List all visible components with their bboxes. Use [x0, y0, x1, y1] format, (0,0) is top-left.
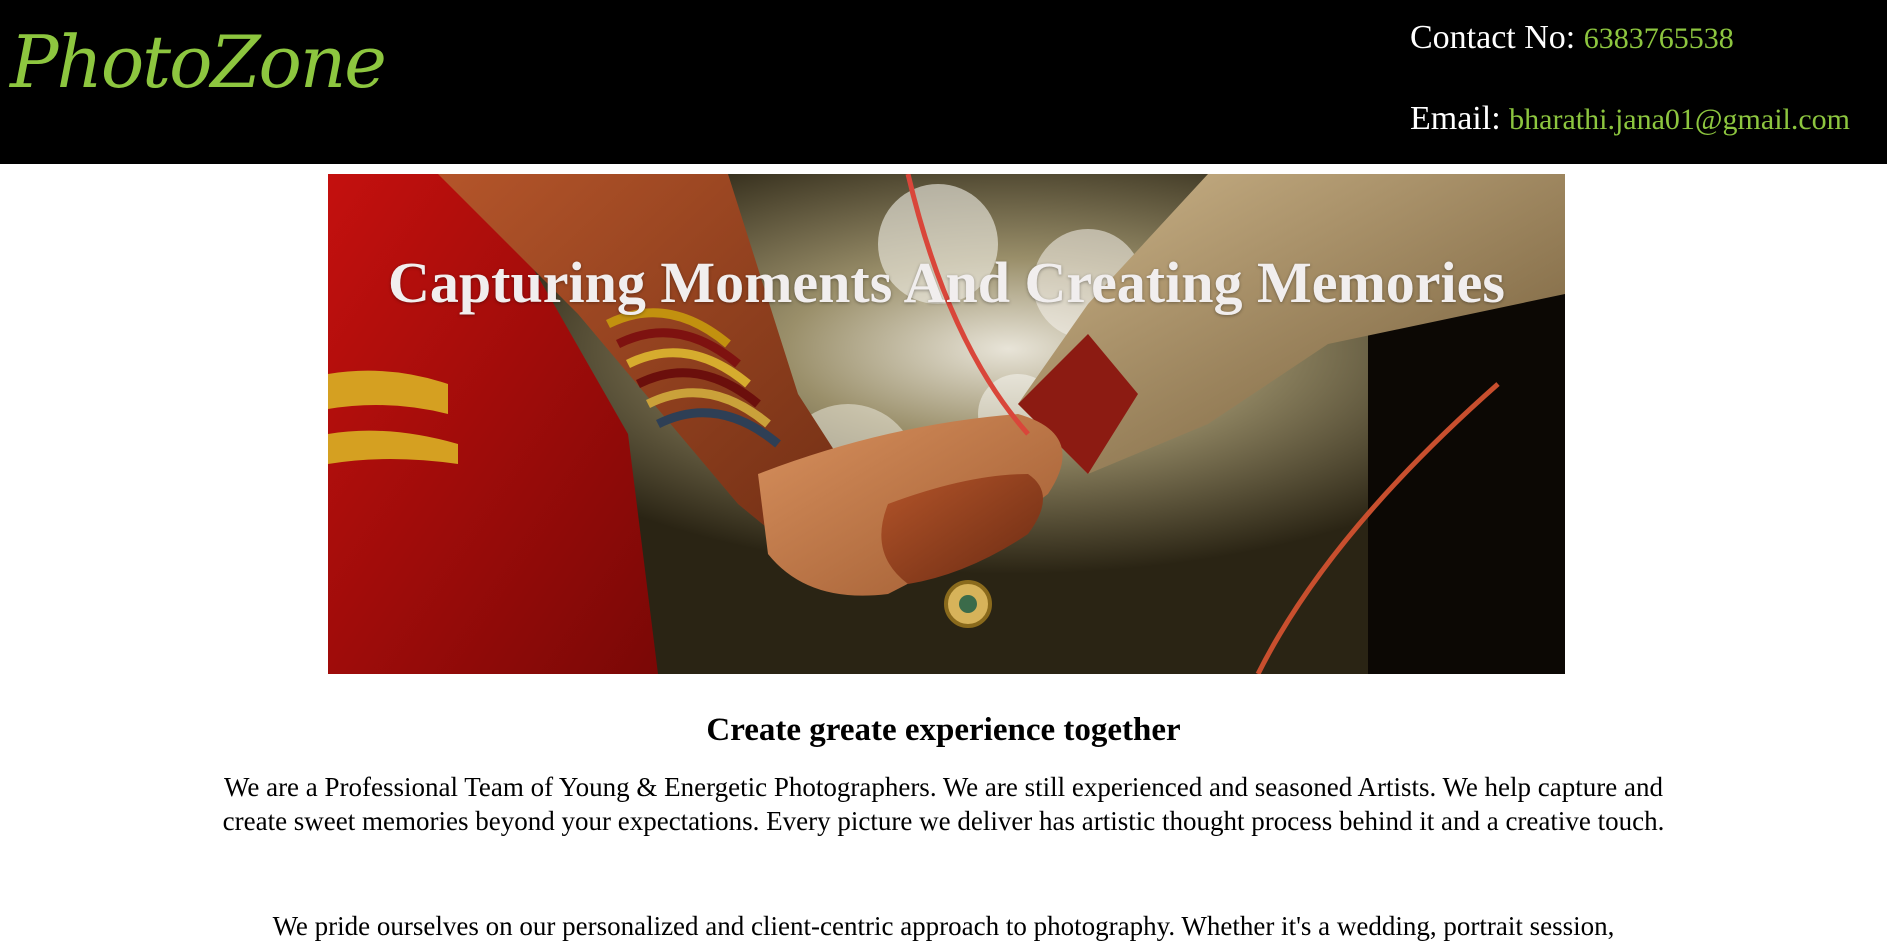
phone-label: Contact No: — [1410, 19, 1576, 56]
hero-title: Capturing Moments And Creating Memories — [388, 250, 1505, 315]
contact-email: Email: bharathi.jana01@gmail.com — [1410, 102, 1850, 136]
about-heading: Create greate experience together — [706, 712, 1181, 748]
about-paragraph-1: We are a Professional Team of Young & En… — [222, 772, 1665, 836]
hero-image — [328, 174, 1565, 674]
site-logo[interactable]: PhotoZone — [10, 26, 387, 98]
email-label: Email: — [1410, 100, 1501, 137]
about-paragraph-2: We pride ourselves on our personalized a… — [272, 911, 1615, 941]
email-value[interactable]: bharathi.jana01@gmail.com — [1509, 103, 1850, 136]
phone-value[interactable]: 6383765538 — [1584, 22, 1734, 55]
site-header: PhotoZone Contact No: 6383765538 Email: … — [0, 0, 1887, 164]
hero-banner: Capturing Moments And Creating Memories — [328, 174, 1565, 674]
contact-phone: Contact No: 6383765538 — [1410, 21, 1734, 55]
